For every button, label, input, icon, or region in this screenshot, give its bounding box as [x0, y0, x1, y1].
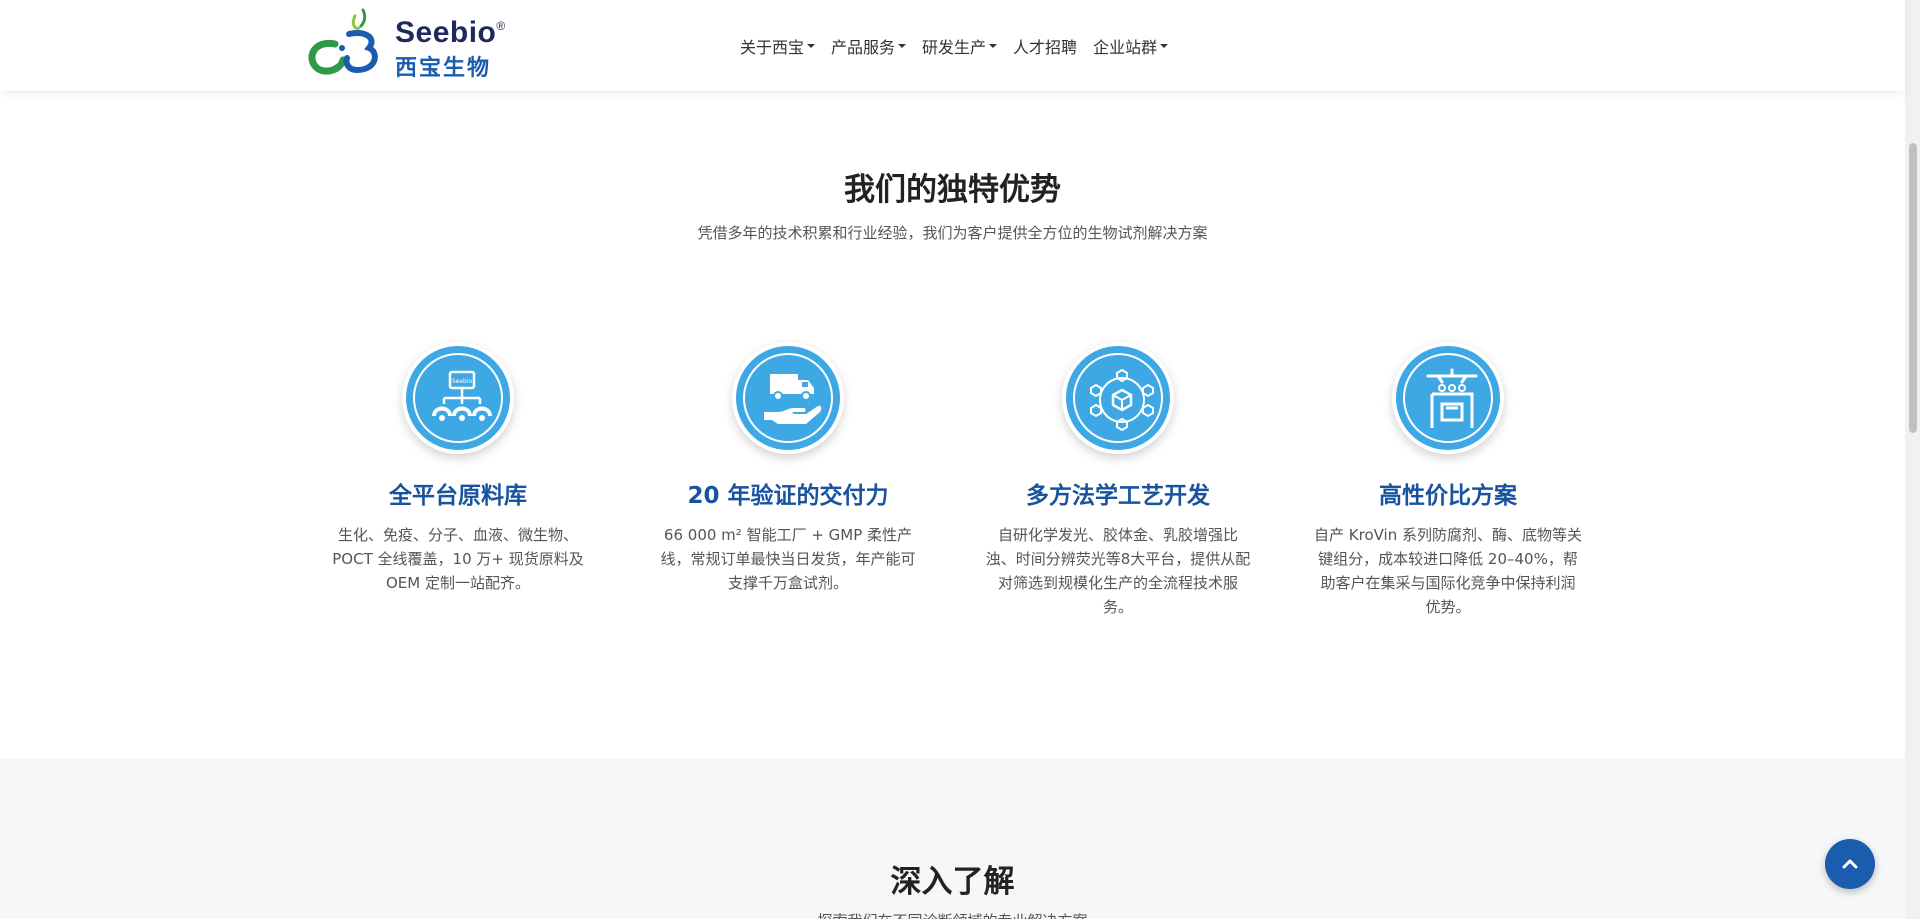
feature-card: Seebio 全平台原料库 生化、免疫、分子、血液、微生物、POCT 全线覆盖，… — [318, 342, 598, 595]
hexagon-platform-icon — [1090, 368, 1154, 432]
caret-down-icon — [989, 43, 998, 48]
main-nav: 关于西宝 产品服务 研发生产 人才招聘 企业站群 — [740, 0, 1184, 91]
learn-more-title: 深入了解 — [890, 864, 1015, 900]
feature-description: 66 000 m² 智能工厂 + GMP 柔性产线，常规订单最快当日发货，年产能… — [660, 526, 916, 592]
site-header: Seebio® 西宝生物 关于西宝 产品服务 研发生产 人才招聘 企业站群 — [0, 0, 1905, 91]
logo-chinese: 西宝生物 — [395, 56, 492, 81]
nav-about[interactable]: 关于西宝 — [740, 34, 816, 58]
svg-text:Seebio: Seebio — [452, 378, 473, 385]
nav-sites[interactable]: 企业站群 — [1093, 34, 1169, 58]
feature-title: 全平台原料库 — [389, 483, 527, 509]
seebio-logo[interactable]: Seebio® 西宝生物 — [305, 4, 505, 86]
feature-icon-circle — [1062, 342, 1174, 454]
caret-down-icon — [1160, 43, 1169, 48]
nav-careers[interactable]: 人才招聘 — [1013, 34, 1077, 58]
raw-material-network-icon: Seebio — [432, 370, 492, 421]
chevron-up-icon — [1842, 859, 1858, 869]
logo-english: Seebio® — [395, 16, 506, 49]
nav-rd[interactable]: 研发生产 — [922, 34, 998, 58]
delivery-truck-hand-icon — [764, 374, 822, 424]
feature-icon-circle — [1392, 342, 1504, 454]
advantages-subtitle: 凭借多年的技术积累和行业经验，我们为客户提供全方位的生物试剂解决方案 — [697, 224, 1208, 242]
page-scrollbar[interactable] — [1905, 0, 1920, 919]
feature-description: 自产 KroVin 系列防腐剂、酶、底物等关键组分，成本较进口降低 20–40%… — [1314, 526, 1582, 616]
feature-card: 高性价比方案 自产 KroVin 系列防腐剂、酶、底物等关键组分，成本较进口降低… — [1308, 342, 1588, 619]
nav-products[interactable]: 产品服务 — [831, 34, 907, 58]
feature-description: 自研化学发光、胶体金、乳胶增强比浊、时间分辨荧光等8大平台，提供从配对筛选到规模… — [985, 526, 1251, 616]
cost-performance-icon — [1426, 368, 1478, 428]
learn-more-subtitle: 探索我们在不同诊断领域的专业解决方案 — [0, 910, 1905, 919]
caret-down-icon — [898, 43, 907, 48]
feature-title: 多方法学工艺开发 — [1026, 483, 1210, 509]
feature-title: 高性价比方案 — [1379, 483, 1517, 509]
feature-icon-circle: Seebio — [402, 342, 514, 454]
feature-description: 生化、免疫、分子、血液、微生物、POCT 全线覆盖，10 万+ 现货原料及 OE… — [332, 526, 584, 592]
feature-card: 多方法学工艺开发 自研化学发光、胶体金、乳胶增强比浊、时间分辨荧光等8大平台，提… — [978, 342, 1258, 619]
advantages-title: 我们的独特优势 — [844, 172, 1061, 208]
logo-mark-icon — [308, 8, 378, 75]
feature-icon-circle — [732, 342, 844, 454]
scrollbar-thumb[interactable] — [1909, 143, 1917, 433]
back-to-top-button[interactable] — [1825, 839, 1875, 889]
caret-down-icon — [807, 43, 816, 48]
feature-card: 20 年验证的交付力 66 000 m² 智能工厂 + GMP 柔性产线，常规订… — [648, 342, 928, 595]
feature-title: 20 年验证的交付力 — [687, 483, 889, 509]
